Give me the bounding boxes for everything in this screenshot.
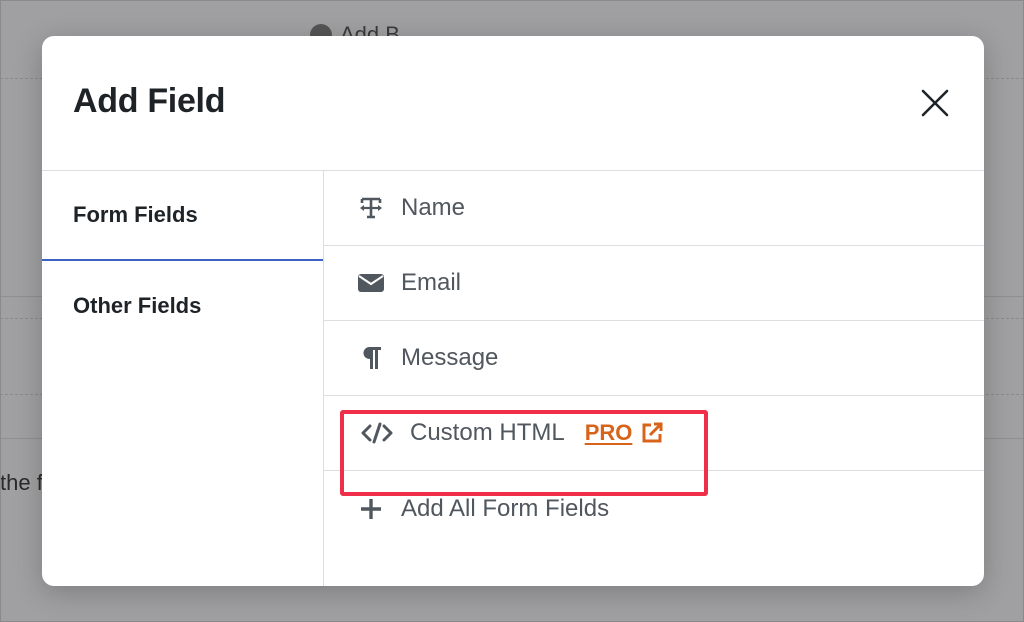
- modal-title: Add Field: [73, 82, 226, 120]
- close-button[interactable]: [918, 86, 952, 120]
- close-icon: [921, 89, 949, 117]
- field-item-label: Name: [401, 194, 466, 221]
- text-field-icon: [357, 194, 385, 222]
- field-item-custom-html[interactable]: Custom HTML PRO: [324, 396, 984, 471]
- field-item-email[interactable]: Email: [324, 246, 984, 321]
- add-field-modal: Add Field Form Fields Other Fields Name …: [42, 36, 984, 586]
- code-icon: [360, 419, 394, 447]
- field-category-tabs: Form Fields Other Fields: [42, 171, 324, 586]
- field-item-label: Message: [401, 344, 499, 371]
- envelope-icon: [357, 269, 385, 297]
- paragraph-icon: [357, 344, 385, 372]
- field-item-label: Email: [401, 269, 462, 296]
- field-item-label: Custom HTML: [410, 419, 565, 446]
- tab-other-fields[interactable]: Other Fields: [42, 261, 323, 351]
- field-item-label: Add All Form Fields: [401, 494, 610, 522]
- modal-header: Add Field: [42, 36, 984, 171]
- field-list: Name Email Message Custom HTML PRO Add A…: [324, 171, 984, 546]
- plus-icon: [357, 495, 385, 523]
- field-item-message[interactable]: Message: [324, 321, 984, 396]
- pro-upgrade-link[interactable]: PRO: [585, 420, 665, 446]
- modal-body: Form Fields Other Fields Name Email Mess…: [42, 171, 984, 586]
- tab-form-fields[interactable]: Form Fields: [42, 171, 323, 261]
- external-link-icon: [642, 422, 663, 443]
- pro-badge-label: PRO: [584, 420, 633, 445]
- background-partial-text: the f: [0, 470, 43, 495]
- field-item-name[interactable]: Name: [324, 171, 984, 246]
- add-all-fields-button[interactable]: Add All Form Fields: [324, 471, 984, 546]
